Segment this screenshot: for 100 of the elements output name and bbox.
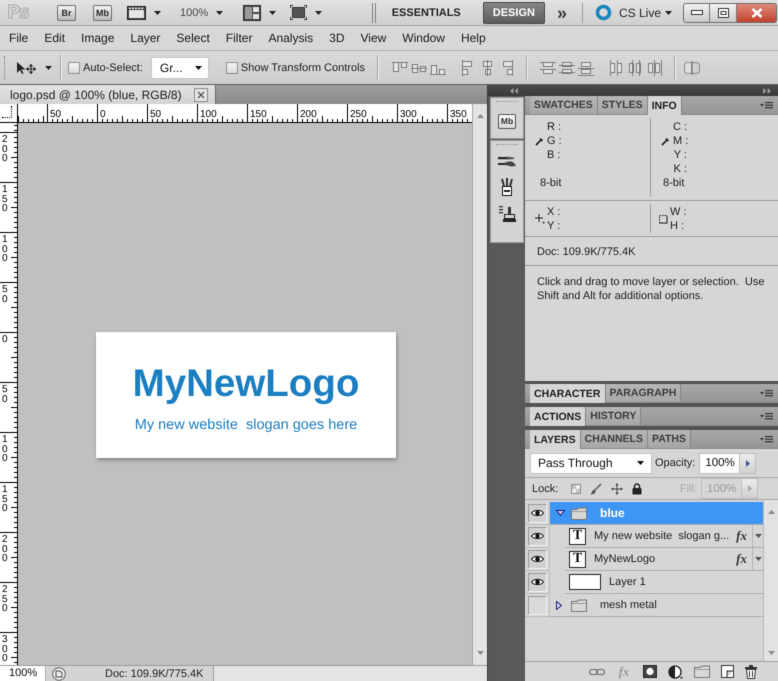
link-icon[interactable] xyxy=(589,668,605,676)
distribute-right-edges-icon[interactable] xyxy=(646,60,662,76)
panel-menu-icon[interactable] xyxy=(760,412,773,420)
vertical-scrollbar[interactable] xyxy=(763,500,778,661)
panel-tab[interactable]: CHANNELS xyxy=(580,430,648,448)
expand-arrows-icon[interactable] xyxy=(763,88,771,94)
checkerboard-icon[interactable] xyxy=(571,484,582,494)
brush-icon[interactable] xyxy=(590,482,602,494)
visibility-toggle[interactable] xyxy=(528,596,547,614)
distribute-left-edges-icon[interactable] xyxy=(608,60,624,76)
menu-item[interactable]: Image xyxy=(73,27,122,49)
distribute-bottom-edges-icon[interactable] xyxy=(578,60,594,76)
new-layer-icon[interactable] xyxy=(721,665,734,678)
move-icon[interactable] xyxy=(611,482,624,494)
brush-holder-icon[interactable] xyxy=(498,178,516,196)
menu-item[interactable]: Select xyxy=(168,27,218,49)
zoom-level-dropdown[interactable]: 100% xyxy=(180,2,224,22)
arrange-documents-dropdown[interactable] xyxy=(243,2,276,22)
menu-item[interactable]: Filter xyxy=(218,27,260,49)
more-workspaces-button[interactable]: » xyxy=(554,2,570,22)
panel-menu-icon[interactable] xyxy=(760,435,773,443)
panel-tab[interactable]: INFO xyxy=(648,96,682,115)
document-tab[interactable]: logo.psd @ 100% (blue, RGB/8) xyxy=(0,85,216,104)
info-label: C : xyxy=(673,121,687,133)
distribute-horizontal-centers-icon[interactable] xyxy=(627,60,644,76)
scroll-down-arrow-icon[interactable] xyxy=(768,651,774,655)
caret-icon[interactable] xyxy=(754,557,762,561)
restore-button[interactable] xyxy=(709,4,736,22)
auto-select-dropdown[interactable]: Gr... xyxy=(150,56,209,78)
menu-item[interactable]: Analysis xyxy=(260,27,322,49)
ruler-number: 200 xyxy=(2,135,9,164)
panel-menu-icon[interactable] xyxy=(760,389,773,397)
half-circle-icon[interactable] xyxy=(668,664,683,678)
caret-icon[interactable] xyxy=(754,534,762,538)
distribute-top-edges-icon[interactable] xyxy=(540,60,556,76)
checkbox[interactable] xyxy=(226,62,238,74)
panel-tab[interactable]: SWATCHES xyxy=(530,96,598,114)
panel-tab[interactable]: CHARACTER xyxy=(530,384,606,403)
opacity-field[interactable]: 100% xyxy=(699,452,740,474)
visibility-toggle[interactable] xyxy=(528,526,547,546)
menu-item[interactable]: View xyxy=(352,27,394,49)
panel-tab[interactable]: HISTORY xyxy=(586,407,642,425)
menu-item[interactable]: Help xyxy=(452,27,494,49)
restore-icon xyxy=(718,8,728,18)
mask-icon[interactable] xyxy=(643,665,657,678)
brushes-icon[interactable] xyxy=(497,155,517,169)
scroll-down-arrow-icon[interactable] xyxy=(476,651,484,655)
layer-row[interactable]: T MyNewLogo fx xyxy=(565,548,763,571)
layer-row[interactable]: mesh metal xyxy=(550,594,763,617)
ring-icon xyxy=(594,4,612,21)
cs-live-menu[interactable]: CS Live xyxy=(618,6,672,20)
workspace-button[interactable]: ESSENTIALS xyxy=(382,2,471,24)
menu-item[interactable]: File xyxy=(1,27,36,49)
checkbox[interactable] xyxy=(68,62,80,74)
menu-item[interactable]: Edit xyxy=(36,27,74,49)
scroll-up-arrow-icon[interactable] xyxy=(768,510,774,514)
layer-row[interactable]: T My new website slogan g... fx xyxy=(565,525,763,548)
triangle-right-icon[interactable] xyxy=(556,600,562,610)
auto-align-layers-icon[interactable] xyxy=(684,60,700,76)
fill-slider-button[interactable] xyxy=(742,478,758,499)
padlock-icon[interactable] xyxy=(632,482,642,494)
info-label: R : xyxy=(547,121,561,133)
collapse-arrows-icon[interactable] xyxy=(510,88,518,94)
panel-menu-icon[interactable] xyxy=(760,101,773,109)
vertical-scrollbar[interactable] xyxy=(472,104,487,665)
menu-item[interactable]: 3D xyxy=(321,27,352,49)
menu-item[interactable]: Layer xyxy=(122,27,168,49)
close-icon[interactable] xyxy=(194,88,208,102)
panel-tab[interactable]: PARAGRAPH xyxy=(606,384,682,402)
visibility-toggle[interactable] xyxy=(528,550,547,568)
folder-icon[interactable] xyxy=(694,665,710,678)
panel-tab[interactable]: LAYERS xyxy=(530,430,581,449)
scroll-up-arrow-icon[interactable] xyxy=(476,114,484,118)
stamp-icon[interactable] xyxy=(498,205,516,223)
workspace-button[interactable]: DESIGN xyxy=(482,2,545,24)
text-layer-thumbnail: T xyxy=(569,550,586,568)
distribute-vertical-centers-icon[interactable] xyxy=(559,60,576,76)
panel-tab[interactable]: STYLES xyxy=(598,96,648,114)
horizontal-scrollbar[interactable] xyxy=(213,666,487,681)
ruler-number: 300 xyxy=(2,635,9,664)
triangle-down-icon[interactable] xyxy=(556,510,565,516)
minimize-button[interactable] xyxy=(684,4,709,22)
opacity-slider-button[interactable] xyxy=(740,452,756,474)
mini-bridge-button[interactable]: Mb xyxy=(498,114,516,129)
visibility-toggle[interactable] xyxy=(528,504,547,522)
circle-page-icon[interactable] xyxy=(51,666,67,680)
panel-tab[interactable]: PATHS xyxy=(648,430,692,448)
close-button[interactable] xyxy=(736,4,776,22)
menu-item[interactable]: Window xyxy=(394,27,453,49)
visibility-toggle[interactable] xyxy=(528,572,547,592)
screen-mode-dropdown[interactable] xyxy=(290,2,322,22)
zoom-field[interactable]: 100% xyxy=(0,666,46,681)
mini-bridge-button[interactable]: Mb xyxy=(93,4,112,20)
bridge-button[interactable]: Br xyxy=(57,4,76,20)
blend-mode-dropdown[interactable]: Pass Through xyxy=(530,452,652,474)
panel-tab[interactable]: ACTIONS xyxy=(530,407,586,426)
trash-icon[interactable] xyxy=(745,664,757,678)
ruler-number: 100 xyxy=(200,109,217,120)
layer-row[interactable]: Layer 1 xyxy=(565,571,763,594)
window-grid-icon xyxy=(243,4,262,20)
